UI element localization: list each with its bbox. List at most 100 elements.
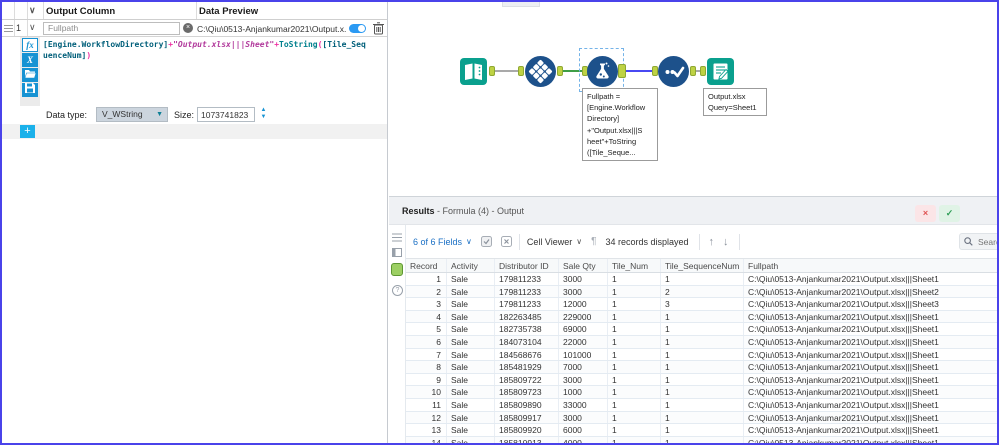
records-displayed-text: 34 records displayed	[605, 237, 688, 247]
scroll-up-icon[interactable]: ↑	[709, 236, 715, 248]
column-header[interactable]: Tile_Num	[608, 259, 661, 272]
table-row: 13Sale185809920600011C:\Qiu\0513-Anjanku…	[406, 424, 998, 437]
output-data-tool[interactable]	[707, 58, 734, 90]
table-cell: C:\Qiu\0513-Anjankumar2021\Output.xlsx||…	[744, 273, 998, 285]
chevron-down-icon[interactable]: ∨	[29, 22, 36, 33]
table-cell: 1	[608, 273, 661, 285]
output-annotation[interactable]: Output.xlsxQuery=Sheet1	[703, 88, 767, 116]
expression-token: [Tile_Seq	[322, 40, 365, 49]
table-cell: 1	[661, 424, 744, 436]
fields-summary-button[interactable]: 6 of 6 Fields	[413, 237, 462, 247]
table-cell: 6000	[559, 424, 608, 436]
table-cell: 1	[608, 361, 661, 373]
expression-text[interactable]: [Engine.WorkflowDirectory]+"Output.xlsx|…	[43, 39, 387, 61]
table-cell: 1	[406, 273, 447, 285]
column-header[interactable]: Tile_SequenceNum	[661, 259, 744, 272]
expression-token: [Engine.WorkflowDirectory]	[43, 40, 168, 49]
select-tool[interactable]	[658, 56, 689, 92]
table-cell: 7000	[559, 361, 608, 373]
table-cell: 185809917	[495, 412, 559, 424]
workflow-canvas[interactable]: Fullpath =[Engine.WorkflowDirectory]+"Ou…	[389, 2, 999, 196]
row-enabled-toggle[interactable]	[349, 24, 366, 33]
insert-variable-icon[interactable]: X	[22, 53, 38, 67]
table-row: 12Sale185809917300011C:\Qiu\0513-Anjanku…	[406, 412, 998, 425]
panel-layout-icon[interactable]	[392, 244, 402, 262]
table-cell: 33000	[559, 399, 608, 411]
results-table: RecordActivityDistributor IDSale QtyTile…	[406, 258, 998, 444]
show-whitespace-icon[interactable]: ¶	[591, 236, 596, 247]
toolbar-divider	[519, 234, 520, 250]
size-stepper[interactable]: ▲ ▼	[258, 107, 269, 122]
chevron-down-icon[interactable]: ∨	[576, 237, 582, 246]
table-cell: 2	[661, 286, 744, 298]
results-toolbar: 6 of 6 Fields ∨ Cell Viewer ∨ ¶ 34 recor…	[389, 225, 999, 258]
cell-viewer-button[interactable]: Cell Viewer	[527, 237, 572, 247]
expression-token: "Output.xlsx|||Sheet"	[173, 40, 274, 49]
add-column-button[interactable]: +	[20, 125, 35, 138]
table-cell: 1	[608, 374, 661, 386]
table-cell: C:\Qiu\0513-Anjankumar2021\Output.xlsx||…	[744, 437, 998, 444]
table-cell: C:\Qiu\0513-Anjankumar2021\Output.xlsx||…	[744, 286, 998, 298]
table-cell: C:\Qiu\0513-Anjankumar2021\Output.xlsx||…	[744, 412, 998, 424]
column-header[interactable]: Distributor ID	[495, 259, 559, 272]
false-filter-button[interactable]: ×	[915, 205, 936, 222]
table-row: 7Sale18456867610100011C:\Qiu\0513-Anjank…	[406, 349, 998, 362]
output-column-input[interactable]	[43, 22, 180, 35]
true-filter-button[interactable]: ✓	[939, 205, 960, 222]
help-icon[interactable]: ?	[392, 285, 403, 296]
results-search[interactable]	[959, 233, 999, 250]
search-icon	[964, 237, 973, 246]
table-cell: Sale	[447, 349, 495, 361]
select-all-fields-icon[interactable]	[481, 236, 492, 247]
grid-divider	[196, 2, 197, 19]
scroll-down-icon[interactable]: ↓	[723, 236, 729, 248]
table-cell: 185809890	[495, 399, 559, 411]
table-cell: 8	[406, 361, 447, 373]
stepper-up-icon[interactable]: ▲	[258, 107, 269, 114]
table-cell: Sale	[447, 311, 495, 323]
expression-token: uenceNum]	[43, 51, 86, 60]
open-expression-icon[interactable]	[22, 68, 38, 82]
table-cell: 1	[661, 361, 744, 373]
chevron-down-icon[interactable]: ∨	[29, 5, 36, 16]
tile-tool[interactable]	[525, 56, 556, 92]
annotation-line: Directory]	[587, 113, 653, 124]
column-header[interactable]: Fullpath	[744, 259, 998, 272]
formula-annotation[interactable]: Fullpath =[Engine.WorkflowDirectory]+"Ou…	[582, 88, 658, 161]
table-cell: 182263485	[495, 311, 559, 323]
table-cell: 3000	[559, 412, 608, 424]
table-cell: Sale	[447, 273, 495, 285]
table-row: 9Sale185809722300011C:\Qiu\0513-Anjankum…	[406, 374, 998, 387]
column-header[interactable]: Record	[406, 259, 447, 272]
table-cell: Sale	[447, 323, 495, 335]
table-body[interactable]: 1Sale179811233300011C:\Qiu\0513-Anjankum…	[406, 273, 998, 444]
data-type-value: V_WString	[102, 109, 143, 119]
formula-row: 1 ∨ × C:\Qiu\0513-Anjankumar2021\Output.…	[2, 20, 387, 37]
data-type-select[interactable]: V_WString ▼	[96, 107, 168, 122]
drag-handle-icon[interactable]	[4, 25, 13, 34]
stepper-down-icon[interactable]: ▼	[258, 114, 269, 121]
table-cell: 12	[406, 412, 447, 424]
output-anchor	[618, 64, 626, 78]
table-row: 3Sale1798112331200013C:\Qiu\0513-Anjanku…	[406, 298, 998, 311]
search-input[interactable]	[976, 236, 999, 248]
connection-formula-select	[626, 70, 652, 72]
chevron-down-icon[interactable]: ∨	[466, 237, 472, 246]
results-title: Results	[402, 206, 435, 216]
table-cell: 3	[406, 298, 447, 310]
table-row: 5Sale1827357386900011C:\Qiu\0513-Anjanku…	[406, 323, 998, 336]
table-cell: 101000	[559, 349, 608, 361]
formula-tool[interactable]	[587, 56, 618, 92]
output-anchor-tab[interactable]	[391, 263, 403, 276]
results-gutter: ?	[389, 225, 406, 444]
output-anchor	[557, 66, 563, 76]
toolbar-right-cluster: × ✓	[915, 205, 960, 222]
save-expression-icon[interactable]	[22, 83, 38, 97]
column-header[interactable]: Activity	[447, 259, 495, 272]
clear-field-icon[interactable]: ×	[183, 23, 193, 33]
size-input[interactable]	[197, 107, 255, 122]
insert-function-icon[interactable]: fx	[22, 38, 38, 52]
column-header[interactable]: Sale Qty	[559, 259, 608, 272]
input-data-tool[interactable]	[460, 58, 487, 90]
deselect-fields-icon[interactable]	[501, 236, 512, 247]
